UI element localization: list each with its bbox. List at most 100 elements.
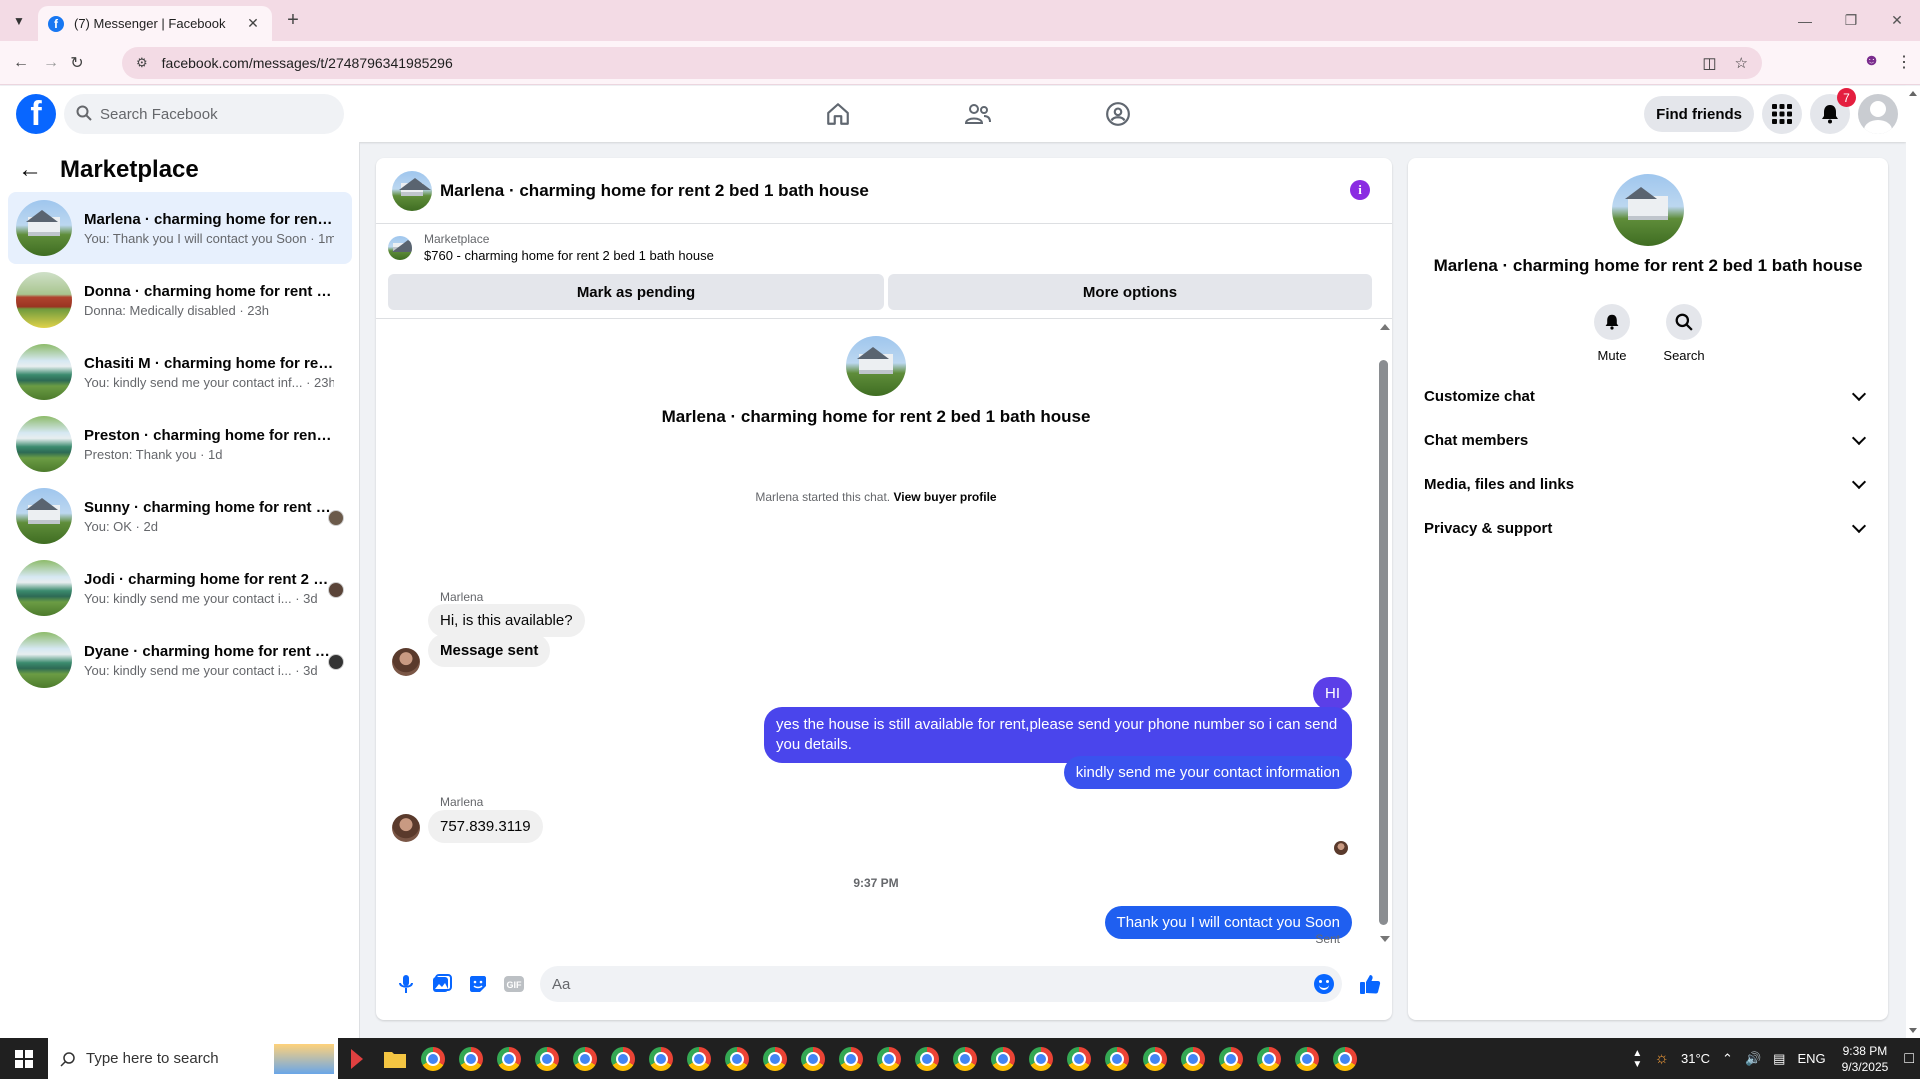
thumbs-up-icon[interactable] — [1352, 966, 1388, 1002]
section-customize-chat[interactable]: Customize chat — [1416, 374, 1880, 418]
incoming-message[interactable]: Message sent — [428, 634, 551, 667]
page-scroll-up-icon[interactable] — [1909, 91, 1917, 96]
taskbar-chrome[interactable] — [984, 1038, 1022, 1079]
outgoing-message[interactable]: HI — [1313, 677, 1352, 710]
conversation-item[interactable]: Donna · charming home for rent 2 bed 1 b… — [8, 264, 352, 336]
notifications-button[interactable]: 7 — [1810, 88, 1856, 134]
minimize-button[interactable]: — — [1782, 0, 1828, 41]
nav-groups[interactable] — [1048, 86, 1188, 142]
section-media-files-links[interactable]: Media, files and links — [1416, 462, 1880, 506]
forward-button[interactable]: → — [40, 52, 62, 74]
message-input-wrapper[interactable] — [540, 966, 1342, 1002]
taskbar-chrome[interactable] — [756, 1038, 794, 1079]
view-buyer-profile-link[interactable]: View buyer profile — [893, 490, 996, 504]
restore-button[interactable]: ❐ — [1828, 0, 1874, 41]
taskbar-chrome[interactable] — [604, 1038, 642, 1079]
tab-close-icon[interactable]: ✕ — [244, 15, 262, 32]
facebook-logo[interactable]: f — [16, 94, 56, 134]
install-app-icon[interactable]: ◫ — [1702, 54, 1716, 72]
temperature[interactable]: 31°C — [1681, 1051, 1710, 1066]
incoming-message[interactable]: Hi, is this available? — [428, 604, 585, 637]
taskbar-chrome[interactable] — [1098, 1038, 1136, 1079]
taskbar-search[interactable] — [48, 1038, 338, 1079]
profile-icon[interactable]: ☻ — [1863, 52, 1880, 72]
taskbar-scroll-icon[interactable]: ▲ ▼ — [1632, 1048, 1642, 1070]
taskbar-search-input[interactable] — [86, 1050, 286, 1067]
section-chat-members[interactable]: Chat members — [1416, 418, 1880, 462]
taskbar-chrome[interactable] — [1174, 1038, 1212, 1079]
conversation-item[interactable]: Marlena · charming home for rent 2 bed 1… — [8, 192, 352, 264]
taskbar-chrome[interactable] — [718, 1038, 756, 1079]
bookmark-star-icon[interactable]: ☆ — [1735, 54, 1748, 72]
taskbar-chrome[interactable] — [946, 1038, 984, 1079]
conversation-item[interactable]: Jodi · charming home for rent 2 bed 1 ba… — [8, 552, 352, 624]
outgoing-message[interactable]: kindly send me your contact information — [1063, 756, 1352, 789]
taskbar-app[interactable] — [338, 1038, 376, 1079]
back-button[interactable]: ← — [10, 52, 32, 74]
info-icon[interactable]: i — [1350, 180, 1370, 200]
taskbar-chrome[interactable] — [680, 1038, 718, 1079]
back-arrow-icon[interactable]: ← — [18, 156, 42, 184]
more-options-button[interactable]: More options — [888, 274, 1372, 310]
mute-button[interactable]: Mute — [1594, 304, 1630, 363]
taskbar-chrome[interactable] — [414, 1038, 452, 1079]
scroll-thumb[interactable] — [1379, 360, 1388, 925]
conversation-item[interactable]: Dyane · charming home for rent 2 bed 1 b… — [8, 624, 352, 696]
photo-icon[interactable] — [424, 966, 460, 1002]
nav-home[interactable] — [768, 86, 908, 142]
outgoing-message[interactable]: yes the house is still available for ren… — [764, 707, 1352, 763]
taskbar-file-explorer[interactable] — [376, 1038, 414, 1079]
browser-menu-icon[interactable]: ⋮ — [1896, 52, 1912, 72]
taskbar-chrome[interactable] — [1022, 1038, 1060, 1079]
tab-search-button[interactable]: ▼ — [8, 10, 30, 32]
message-input[interactable] — [552, 975, 1292, 993]
notification-center-icon[interactable]: □ — [1904, 1050, 1914, 1068]
taskbar-chrome[interactable] — [832, 1038, 870, 1079]
taskbar-chrome[interactable] — [908, 1038, 946, 1079]
sender-avatar[interactable] — [392, 648, 420, 676]
taskbar-chrome[interactable] — [642, 1038, 680, 1079]
account-avatar[interactable] — [1858, 94, 1898, 134]
taskbar-chrome[interactable] — [1212, 1038, 1250, 1079]
taskbar-chrome[interactable] — [1288, 1038, 1326, 1079]
incoming-message[interactable]: 757.839.3119 — [428, 810, 543, 843]
listing-summary[interactable]: Marketplace $760 - charming home for ren… — [388, 232, 714, 263]
start-button[interactable] — [0, 1038, 48, 1079]
conversation-item[interactable]: Preston · charming home for rent 2 bed 1… — [8, 408, 352, 480]
clock[interactable]: 9:38 PM 9/3/2025 — [1842, 1043, 1889, 1075]
taskbar-chrome[interactable] — [452, 1038, 490, 1079]
chat-title[interactable]: Marlena · charming home for rent 2 bed 1… — [440, 181, 869, 201]
facebook-search[interactable] — [64, 94, 344, 134]
nav-friends[interactable] — [908, 86, 1048, 142]
taskbar-chrome[interactable] — [490, 1038, 528, 1079]
reload-button[interactable]: ↻ — [66, 52, 88, 74]
sticker-icon[interactable] — [460, 966, 496, 1002]
page-scroll-down-icon[interactable] — [1909, 1028, 1917, 1033]
close-window-button[interactable]: ✕ — [1874, 0, 1920, 41]
weather-icon[interactable]: ☼ — [1654, 1050, 1669, 1068]
scroll-down-arrow-icon[interactable] — [1380, 936, 1390, 942]
scroll-up-arrow-icon[interactable] — [1380, 324, 1390, 330]
facebook-search-input[interactable] — [100, 105, 320, 123]
conversation-item[interactable]: Sunny · charming home for rent 2 bed 1 b… — [8, 480, 352, 552]
info-listing-thumbnail[interactable] — [1612, 174, 1684, 246]
gif-icon[interactable]: GIF — [496, 966, 532, 1002]
mark-as-pending-button[interactable]: Mark as pending — [388, 274, 884, 310]
browser-tab[interactable]: f (7) Messenger | Facebook ✕ — [38, 6, 272, 41]
volume-icon[interactable]: 🔊 — [1745, 1051, 1761, 1067]
taskbar-chrome[interactable] — [870, 1038, 908, 1079]
menu-button[interactable] — [1762, 94, 1802, 134]
taskbar-chrome[interactable] — [1250, 1038, 1288, 1079]
taskbar-chrome[interactable] — [794, 1038, 832, 1079]
taskbar-chrome[interactable] — [566, 1038, 604, 1079]
chat-listing-thumbnail[interactable] — [392, 170, 432, 211]
emoji-icon[interactable] — [1314, 974, 1334, 994]
network-icon[interactable]: ▤ — [1773, 1051, 1785, 1067]
site-info-icon[interactable]: ⚙ — [136, 55, 148, 71]
address-bar[interactable]: ⚙ facebook.com/messages/t/27487963419852… — [122, 47, 1762, 79]
taskbar-chrome[interactable] — [1326, 1038, 1364, 1079]
find-friends-button[interactable]: Find friends — [1644, 96, 1754, 132]
conversation-item[interactable]: Chasiti M · charming home for rent 2 bed… — [8, 336, 352, 408]
page-scrollbar[interactable] — [1906, 86, 1920, 1038]
section-privacy-support[interactable]: Privacy & support — [1416, 506, 1880, 550]
